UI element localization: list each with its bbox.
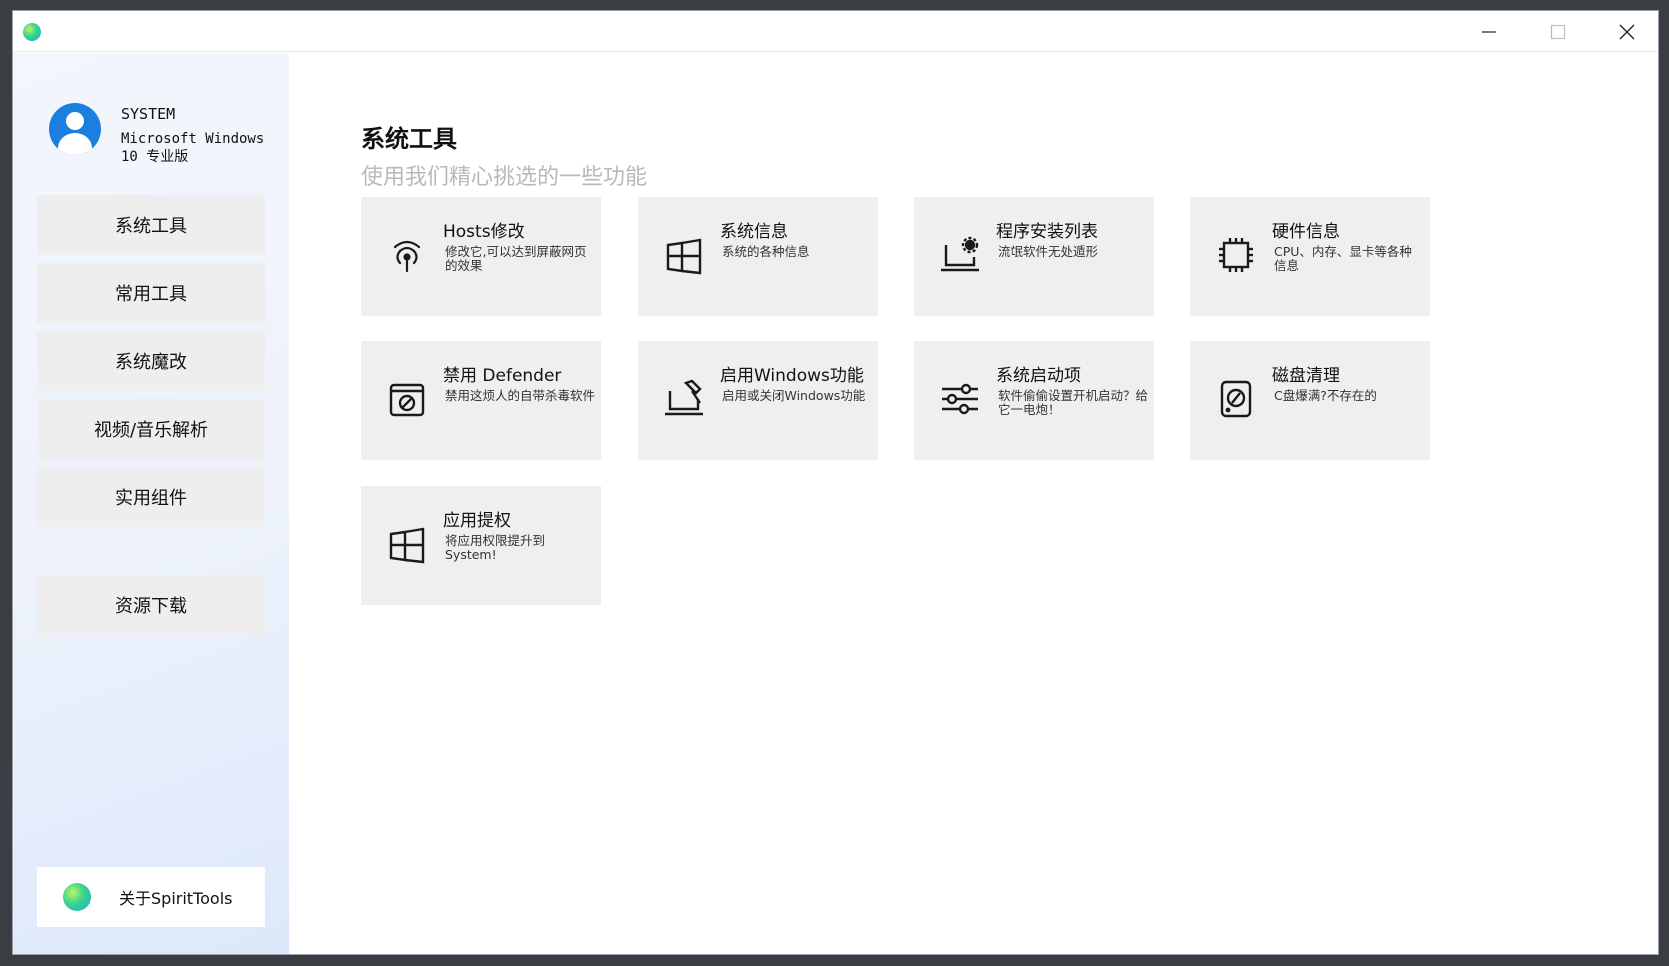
card-title: 系统启动项: [996, 366, 1081, 386]
card-installed-programs[interactable]: 程序安装列表 流氓软件无处遁形: [914, 197, 1154, 316]
sidebar-item-utilities[interactable]: 实用组件: [37, 467, 265, 527]
maximize-icon: [1550, 24, 1566, 39]
card-disk-cleanup[interactable]: 磁盘清理 C盘爆满?不存在的: [1190, 341, 1430, 460]
user-os-version: Microsoft Windows 10 专业版: [121, 131, 265, 165]
about-button[interactable]: 关于SpiritTools: [37, 867, 265, 927]
laptop-wrench-icon: [662, 377, 706, 421]
minimize-button[interactable]: [1455, 11, 1523, 52]
sliders-icon: [938, 377, 982, 421]
block-window-icon: [385, 377, 429, 421]
windows-logo-icon: [662, 233, 706, 277]
card-title: 磁盘清理: [1272, 366, 1340, 386]
cpu-chip-icon: [1214, 233, 1258, 277]
sidebar-item-system-tools[interactable]: 系统工具: [37, 195, 265, 255]
card-title: 系统信息: [720, 222, 788, 242]
card-hosts[interactable]: Hosts修改 修改它,可以达到屏蔽网页的效果: [361, 197, 601, 316]
card-system-info[interactable]: 系统信息 系统的各种信息: [638, 197, 878, 316]
user-name: SYSTEM: [121, 105, 176, 123]
user-avatar-icon: [49, 103, 101, 155]
app-logo-icon: [23, 23, 41, 41]
card-description: 修改它,可以达到屏蔽网页的效果: [445, 244, 587, 273]
card-description: C盘爆满?不存在的: [1274, 388, 1377, 403]
sidebar-item-media-parse[interactable]: 视频/音乐解析: [37, 399, 265, 459]
app-window: SYSTEM Microsoft Windows 10 专业版 系统工具 常用工…: [12, 10, 1659, 955]
close-button[interactable]: [1593, 11, 1661, 52]
card-description: CPU、内存、显卡等各种信息: [1274, 244, 1412, 273]
sidebar-item-common-tools[interactable]: 常用工具: [37, 263, 265, 323]
sidebar-item-system-mods[interactable]: 系统魔改: [37, 331, 265, 391]
about-label: 关于SpiritTools: [119, 889, 233, 908]
windows-logo-icon: [385, 522, 429, 566]
card-description: 将应用权限提升到System!: [445, 533, 546, 562]
card-elevate-privileges[interactable]: 应用提权 将应用权限提升到System!: [361, 486, 601, 605]
card-description: 禁用这烦人的自带杀毒软件: [445, 388, 596, 403]
card-startup-items[interactable]: 系统启动项 软件偷偷设置开机启动？给它一电炮！: [914, 341, 1154, 460]
card-windows-features[interactable]: 启用Windows功能 启用或关闭Windows功能: [638, 341, 878, 460]
card-description: 启用或关闭Windows功能: [722, 388, 866, 403]
card-title: Hosts修改: [443, 222, 525, 242]
card-title: 程序安装列表: [996, 222, 1098, 242]
broadcast-icon: [385, 233, 429, 277]
card-disable-defender[interactable]: 禁用 Defender 禁用这烦人的自带杀毒软件: [361, 341, 601, 460]
title-bar[interactable]: [13, 11, 1658, 52]
app-logo-icon: [63, 883, 91, 911]
sidebar-item-downloads[interactable]: 资源下载: [37, 575, 265, 635]
laptop-gear-icon: [938, 233, 982, 277]
card-title: 禁用 Defender: [443, 366, 562, 386]
card-title: 应用提权: [443, 511, 511, 531]
minimize-icon: [1482, 30, 1496, 33]
maximize-button[interactable]: [1524, 11, 1592, 52]
page-title: 系统工具: [361, 125, 457, 153]
close-icon: [1619, 24, 1635, 39]
page-subtitle: 使用我们精心挑选的一些功能: [361, 165, 648, 190]
card-hardware-info[interactable]: 硬件信息 CPU、内存、显卡等各种信息: [1190, 197, 1430, 316]
card-title: 启用Windows功能: [720, 366, 864, 386]
card-title: 硬件信息: [1272, 222, 1340, 242]
card-description: 系统的各种信息: [722, 244, 810, 259]
sidebar: SYSTEM Microsoft Windows 10 专业版 系统工具 常用工…: [13, 53, 289, 954]
card-description: 软件偷偷设置开机启动？给它一电炮！: [998, 388, 1149, 417]
hard-disk-icon: [1214, 377, 1258, 421]
card-description: 流氓软件无处遁形: [998, 244, 1099, 259]
